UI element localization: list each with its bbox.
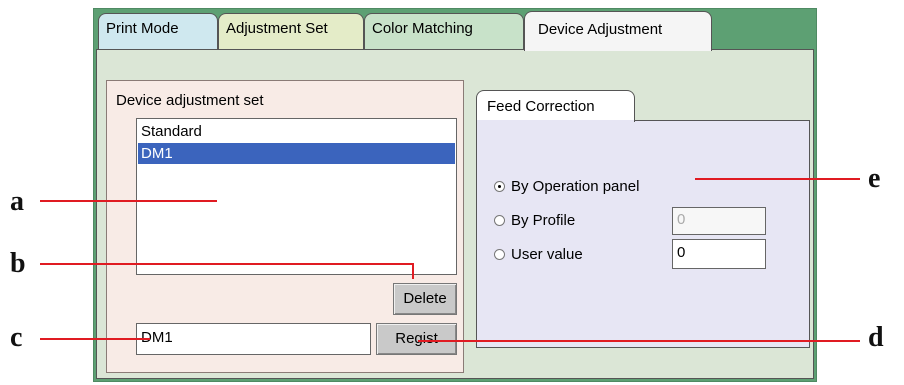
radio-label: By Operation panel [511, 178, 640, 195]
callout-line-a [40, 200, 217, 202]
radio-unchecked-icon[interactable] [494, 249, 505, 260]
adjustment-name-field[interactable]: DM1 [136, 323, 371, 355]
radio-label: User value [511, 246, 583, 263]
tab-color-matching[interactable]: Color Matching [364, 13, 524, 49]
radio-user-value[interactable]: User value [494, 246, 583, 263]
device-adjustment-listbox[interactable]: Standard DM1 [136, 118, 457, 275]
by-profile-value-field: 0 [672, 207, 766, 235]
callout-line-e [695, 178, 860, 180]
callout-label-e: e [868, 163, 881, 194]
user-value-field[interactable]: 0 [672, 239, 766, 269]
tab-adjustment-set[interactable]: Adjustment Set [218, 13, 364, 49]
callout-line-d [418, 340, 860, 342]
radio-by-operation-panel[interactable]: By Operation panel [494, 178, 639, 195]
feed-correction-tab-join [477, 120, 634, 122]
callout-line-c [40, 338, 150, 340]
radio-unchecked-icon[interactable] [494, 215, 505, 226]
delete-button[interactable]: Delete [393, 283, 457, 315]
list-item[interactable]: DM1 [138, 143, 455, 164]
feed-correction-tab[interactable]: Feed Correction [476, 90, 635, 122]
callout-label-d: d [868, 322, 884, 353]
callout-line-b-drop [412, 263, 414, 279]
callout-label-b: b [10, 248, 26, 279]
callout-line-b [40, 263, 414, 265]
callout-label-a: a [10, 186, 24, 217]
radio-label: By Profile [511, 212, 576, 229]
tab-print-mode[interactable]: Print Mode [98, 13, 218, 49]
tab-device-adjustment[interactable]: Device Adjustment [524, 11, 712, 51]
callout-label-c: c [10, 322, 23, 353]
radio-by-profile[interactable]: By Profile [494, 212, 575, 229]
regist-button[interactable]: Regist [376, 323, 457, 355]
list-item[interactable]: Standard [138, 121, 455, 142]
radio-checked-icon[interactable] [494, 181, 505, 192]
device-adjustment-set-title: Device adjustment set [116, 92, 264, 109]
